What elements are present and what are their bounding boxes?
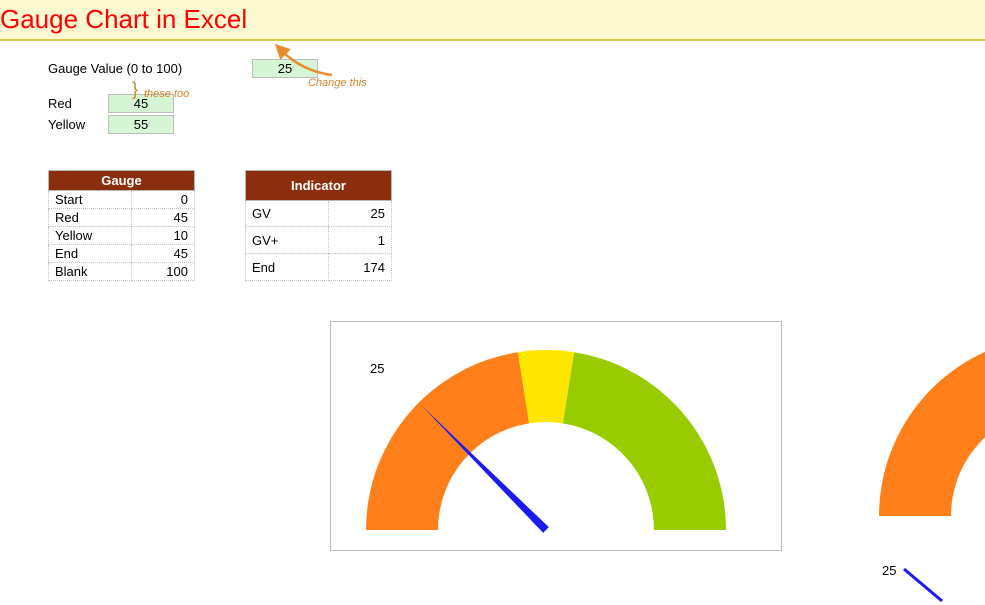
gauge-table: Gauge Start0 Red45 Yellow10 End45 Blank1… [48, 170, 195, 281]
right-needle-label: 25 [882, 563, 896, 578]
table-row: Yellow10 [49, 227, 195, 245]
indicator-table-header: Indicator [246, 171, 392, 201]
gauge-table-header: Gauge [49, 171, 195, 191]
yellow-input[interactable]: 55 [108, 115, 174, 134]
gauge-value-label: Gauge Value (0 to 100) [48, 61, 208, 76]
page-header: Gauge Chart in Excel [0, 0, 985, 41]
table-row: Blank100 [49, 263, 195, 281]
gauge-needle-label: 25 [370, 361, 384, 376]
table-row: End45 [49, 245, 195, 263]
page-title: Gauge Chart in Excel [0, 4, 985, 35]
right-needle-icon [902, 565, 962, 605]
table-row: Red45 [49, 209, 195, 227]
indicator-table: Indicator GV25 GV+1 End174 [245, 170, 392, 281]
annot-change-this: Change this [308, 77, 367, 89]
annot-these-too: these too [144, 88, 189, 100]
gauge-svg [341, 330, 751, 545]
gauge-svg-right [861, 321, 985, 536]
table-row: End174 [246, 254, 392, 281]
gauge-chart-right [861, 321, 985, 539]
table-row: Start0 [49, 191, 195, 209]
table-row: GV25 [246, 200, 392, 227]
table-row: GV+1 [246, 227, 392, 254]
bracket-icon: } [128, 83, 142, 95]
gauge-chart [330, 321, 782, 551]
yellow-label: Yellow [48, 117, 108, 132]
red-label: Red [48, 96, 108, 111]
